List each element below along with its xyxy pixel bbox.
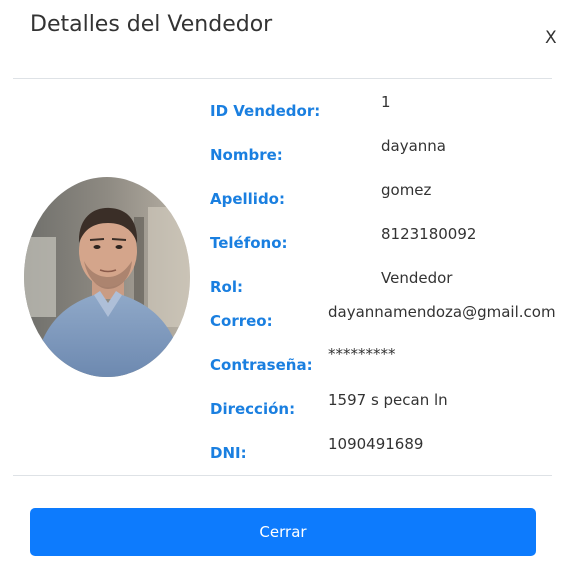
header-divider [13, 78, 552, 79]
field-label-apellido: Apellido: [210, 190, 285, 208]
field-label-id: ID Vendedor: [210, 102, 321, 120]
field-label-direccion: Dirección: [210, 400, 296, 418]
field-value-contrasena: ********* [328, 345, 396, 363]
field-value-nombre: dayanna [381, 137, 446, 155]
field-value-correo: dayannamendoza@gmail.com [328, 303, 556, 321]
field-label-dni: DNI: [210, 444, 247, 462]
modal-title: Detalles del Vendedor [30, 12, 273, 37]
field-value-dni: 1090491689 [328, 435, 424, 453]
field-value-id: 1 [381, 93, 391, 111]
field-value-apellido: gomez [381, 181, 432, 199]
user-photo-icon [24, 177, 190, 377]
field-label-rol: Rol: [210, 278, 243, 296]
field-label-correo: Correo: [210, 312, 273, 330]
footer-divider [13, 475, 552, 476]
field-value-direccion: 1597 s pecan ln [328, 391, 448, 409]
field-value-telefono: 8123180092 [381, 225, 477, 243]
field-label-nombre: Nombre: [210, 146, 283, 164]
field-value-rol: Vendedor [381, 269, 453, 287]
field-label-telefono: Teléfono: [210, 234, 288, 252]
close-icon[interactable]: X [545, 28, 557, 48]
cerrar-button[interactable]: Cerrar [30, 508, 536, 556]
avatar [24, 177, 190, 377]
field-label-contrasena: Contraseña: [210, 356, 313, 374]
